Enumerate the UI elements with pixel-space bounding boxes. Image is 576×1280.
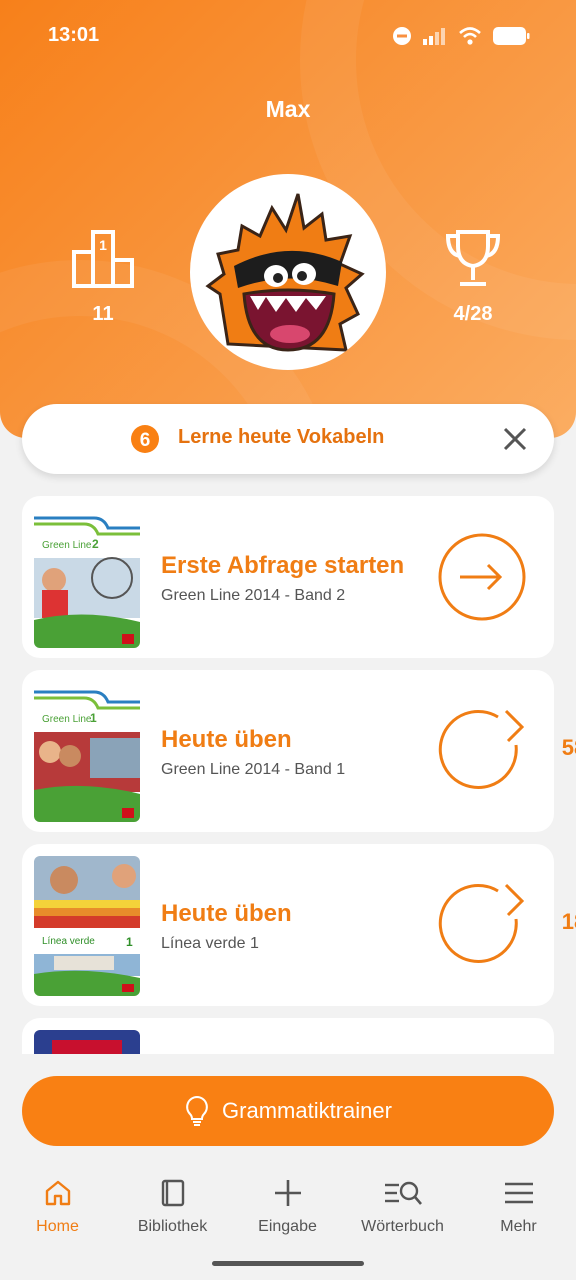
svg-text:1: 1 [90,711,97,725]
svg-text:6: 6 [140,430,151,451]
review-counter[interactable]: 18 [436,879,576,971]
card-subtitle: Green Line 2014 - Band 2 [161,587,346,604]
trophy-icon [445,230,501,286]
arrow-right-icon[interactable] [436,531,528,623]
rank-value: 11 [92,303,114,325]
refresh-icon [438,709,525,789]
user-name: Max [265,96,311,122]
nav-dictionary[interactable]: Wörterbuch [345,1178,460,1236]
grammar-trainer-label: Grammatiktrainer [222,1098,392,1123]
close-icon[interactable] [500,424,530,454]
review-count: 18 [561,909,576,934]
nav-input[interactable]: Eingabe [230,1178,345,1236]
battery-icon [493,27,530,45]
avatar[interactable] [190,174,386,370]
review-count: 58 [561,735,576,760]
menu-icon [504,1182,533,1204]
signal-icon [423,28,445,45]
svg-text:Green Line: Green Line [42,540,92,551]
nav-label: Bibliothek [137,1218,208,1235]
svg-text:Green Line: Green Line [42,714,92,725]
book-cover: Línea verde 1 [34,856,140,996]
svg-text:1: 1 [99,237,107,253]
svg-text:2: 2 [92,537,99,551]
review-counter[interactable]: 58 [436,705,576,797]
trophy-stat[interactable]: 4/28 [418,228,528,326]
card-title: Erste Abfrage starten [161,552,405,579]
status-bar: 13:01 [48,22,530,50]
book-cover: Green Line 2 [34,508,140,648]
card-subtitle: Línea verde 1 [161,935,259,952]
book-card-partial[interactable] [22,1018,554,1054]
nav-library[interactable]: Bibliothek [115,1178,230,1236]
card-title: Heute üben [161,900,292,927]
nav-label: Home [36,1218,79,1235]
lightbulb-icon [186,1095,208,1126]
home-indicator [212,1261,364,1266]
nav-label: Eingabe [258,1218,317,1235]
nav-home[interactable]: Home [0,1178,115,1236]
book-card[interactable]: Línea verde 1 Heute üben Línea verde 1 1… [22,844,576,1006]
refresh-icon [438,883,525,963]
profile-header: 13:01 Max 1 11 4/28 [0,0,576,438]
book-card[interactable]: Green Line 1 Heute üben Green Line 2014 … [22,670,576,832]
plus-icon [274,1180,301,1206]
book-cover [34,1030,140,1054]
nav-label: Wörterbuch [361,1218,444,1235]
nav-more[interactable]: Mehr [461,1178,576,1236]
monster-mascot-icon [205,193,365,352]
book-icon [161,1179,184,1207]
status-time: 13:01 [48,24,100,46]
do-not-disturb-icon [393,27,411,45]
book-card[interactable]: Green Line 2 Erste Abfrage starten Green… [22,496,554,658]
daily-reminder-banner[interactable]: 6 Lerne heute Vokabeln [22,404,554,474]
banner-text: Lerne heute Vokabeln [178,426,385,448]
svg-text:Línea verde: Línea verde [42,936,95,947]
streak-badge-icon: 6 [131,425,159,453]
trophy-value: 4/28 [453,303,493,325]
book-cover: Green Line 1 [34,682,140,822]
podium-icon: 1 [72,230,134,288]
card-subtitle: Green Line 2014 - Band 1 [161,761,346,778]
home-icon [45,1180,70,1206]
svg-text:1: 1 [126,935,133,949]
rank-stat[interactable]: 1 11 [48,228,158,326]
dictionary-search-icon [384,1181,422,1205]
card-title: Heute üben [161,726,292,753]
wifi-icon [459,27,481,45]
grammar-trainer-button[interactable]: Grammatiktrainer [22,1076,554,1146]
nav-label: Mehr [500,1218,537,1235]
